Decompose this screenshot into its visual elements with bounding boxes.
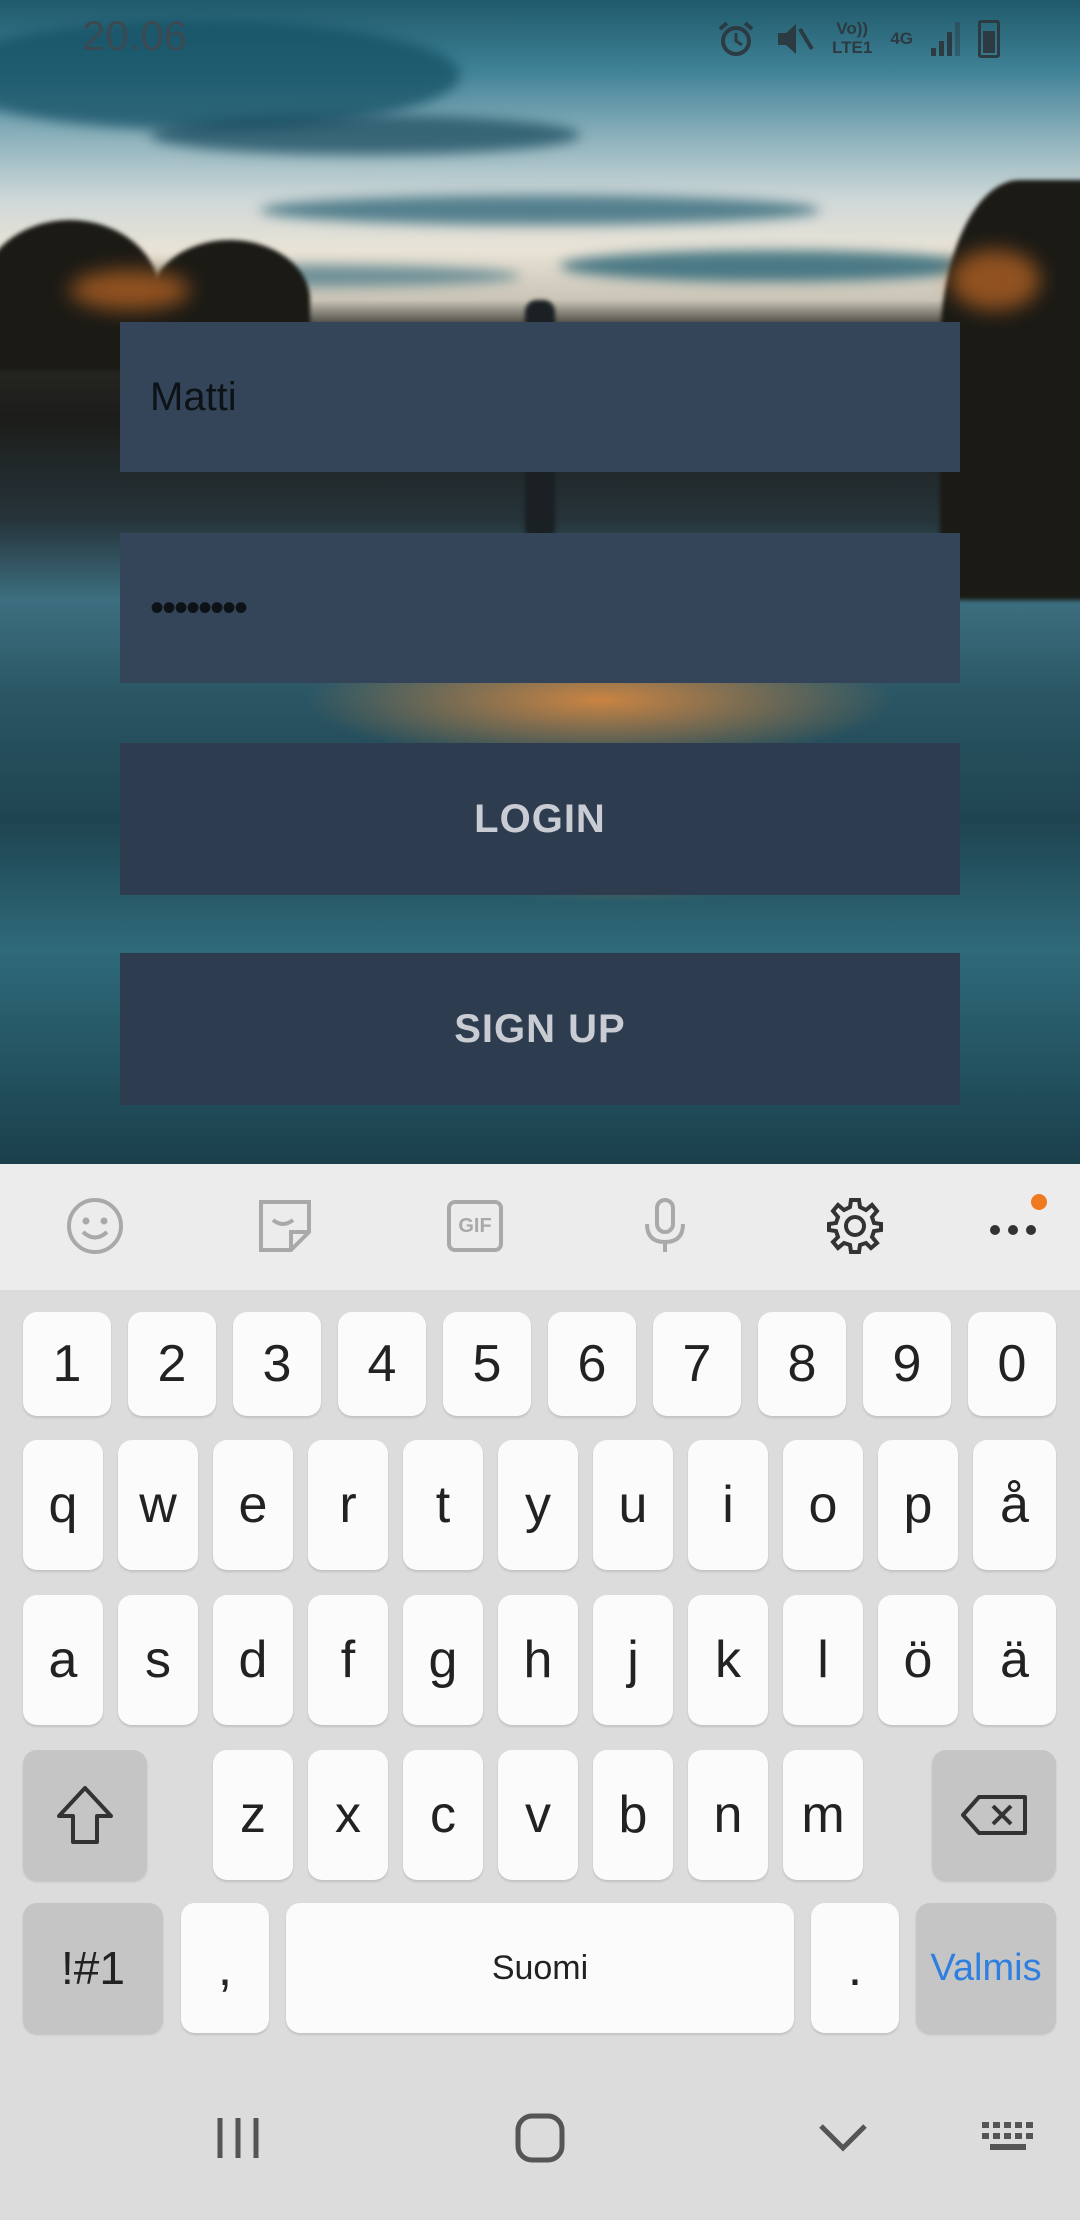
background-glow <box>950 250 1040 310</box>
key-f[interactable]: f <box>308 1595 388 1725</box>
key-u[interactable]: u <box>593 1440 673 1570</box>
background-cloud <box>260 195 820 225</box>
password-field[interactable]: •••••••• <box>120 533 960 683</box>
username-field[interactable]: Matti <box>120 322 960 472</box>
key-5[interactable]: 5 <box>443 1312 531 1416</box>
key-h[interactable]: h <box>498 1595 578 1725</box>
key-w[interactable]: w <box>118 1440 198 1570</box>
space-key[interactable]: Suomi <box>286 1903 794 2033</box>
password-value: •••••••• <box>150 585 248 630</box>
more-icon[interactable] <box>983 1194 1047 1258</box>
key-7[interactable]: 7 <box>653 1312 741 1416</box>
key-a-ring[interactable]: å <box>973 1440 1056 1570</box>
key-m[interactable]: m <box>783 1750 863 1880</box>
key-x[interactable]: x <box>308 1750 388 1880</box>
back-icon[interactable] <box>815 2110 871 2166</box>
key-e[interactable]: e <box>213 1440 293 1570</box>
emoji-icon[interactable] <box>63 1194 127 1258</box>
gif-label: GIF <box>458 1214 492 1237</box>
backspace-icon <box>961 1795 1027 1835</box>
status-time: 20.06 <box>82 12 188 59</box>
signup-button[interactable]: SIGN UP <box>120 953 960 1105</box>
key-g[interactable]: g <box>403 1595 483 1725</box>
period-key[interactable]: . <box>811 1903 899 2033</box>
microphone-icon[interactable] <box>633 1194 697 1258</box>
sticker-icon[interactable] <box>253 1194 317 1258</box>
key-b[interactable]: b <box>593 1750 673 1880</box>
alarm-icon <box>718 21 754 56</box>
key-2[interactable]: 2 <box>128 1312 216 1416</box>
symbols-key[interactable]: !#1 <box>23 1903 163 2033</box>
key-0[interactable]: 0 <box>968 1312 1056 1416</box>
recents-icon[interactable] <box>210 2110 266 2166</box>
username-value: Matti <box>150 374 237 419</box>
key-k[interactable]: k <box>688 1595 768 1725</box>
key-n[interactable]: n <box>688 1750 768 1880</box>
volte-icon: Vo)) LTE1 <box>832 19 873 57</box>
key-9[interactable]: 9 <box>863 1312 951 1416</box>
battery-icon <box>978 20 1000 58</box>
background-tree <box>940 180 1080 600</box>
background-glow <box>70 270 190 310</box>
backspace-key[interactable] <box>932 1750 1056 1880</box>
key-i[interactable]: i <box>688 1440 768 1570</box>
key-o-umlaut[interactable]: ö <box>878 1595 958 1725</box>
key-r[interactable]: r <box>308 1440 388 1570</box>
key-6[interactable]: 6 <box>548 1312 636 1416</box>
key-a[interactable]: a <box>23 1595 103 1725</box>
key-4[interactable]: 4 <box>338 1312 426 1416</box>
keyboard-switch-icon[interactable] <box>978 2110 1040 2166</box>
settings-icon[interactable] <box>823 1194 887 1258</box>
key-y[interactable]: y <box>498 1440 578 1570</box>
4g-icon: 4G <box>890 28 913 48</box>
background-cloud <box>150 115 580 155</box>
key-z[interactable]: z <box>213 1750 293 1880</box>
key-l[interactable]: l <box>783 1595 863 1725</box>
key-p[interactable]: p <box>878 1440 958 1570</box>
comma-key[interactable]: , <box>181 1903 269 2033</box>
gif-icon[interactable]: GIF <box>443 1194 507 1258</box>
key-a-umlaut[interactable]: ä <box>973 1595 1056 1725</box>
key-j[interactable]: j <box>593 1595 673 1725</box>
keyboard: 1 2 3 4 5 6 7 8 9 0 q w e r t y u i o p … <box>0 1290 1080 2050</box>
login-button[interactable]: LOGIN <box>120 743 960 895</box>
shift-key[interactable] <box>23 1750 147 1880</box>
shift-icon <box>57 1786 113 1844</box>
key-s[interactable]: s <box>118 1595 198 1725</box>
key-c[interactable]: c <box>403 1750 483 1880</box>
key-3[interactable]: 3 <box>233 1312 321 1416</box>
keyboard-toolbar: GIF <box>0 1164 1080 1290</box>
key-o[interactable]: o <box>783 1440 863 1570</box>
done-key[interactable]: Valmis <box>916 1903 1056 2033</box>
key-t[interactable]: t <box>403 1440 483 1570</box>
status-icons: Vo)) LTE1 4G <box>716 14 1000 64</box>
mute-icon <box>778 24 814 54</box>
key-d[interactable]: d <box>213 1595 293 1725</box>
background-cloud <box>560 250 980 282</box>
key-1[interactable]: 1 <box>23 1312 111 1416</box>
key-q[interactable]: q <box>23 1440 103 1570</box>
login-screen: 20.06 Vo)) LTE1 4G Matti •••••••• LOGIN … <box>0 0 1080 1164</box>
key-8[interactable]: 8 <box>758 1312 846 1416</box>
key-v[interactable]: v <box>498 1750 578 1880</box>
status-bar: 20.06 Vo)) LTE1 4G <box>0 0 1080 78</box>
home-icon[interactable] <box>512 2110 568 2166</box>
signal-icon <box>931 22 960 56</box>
